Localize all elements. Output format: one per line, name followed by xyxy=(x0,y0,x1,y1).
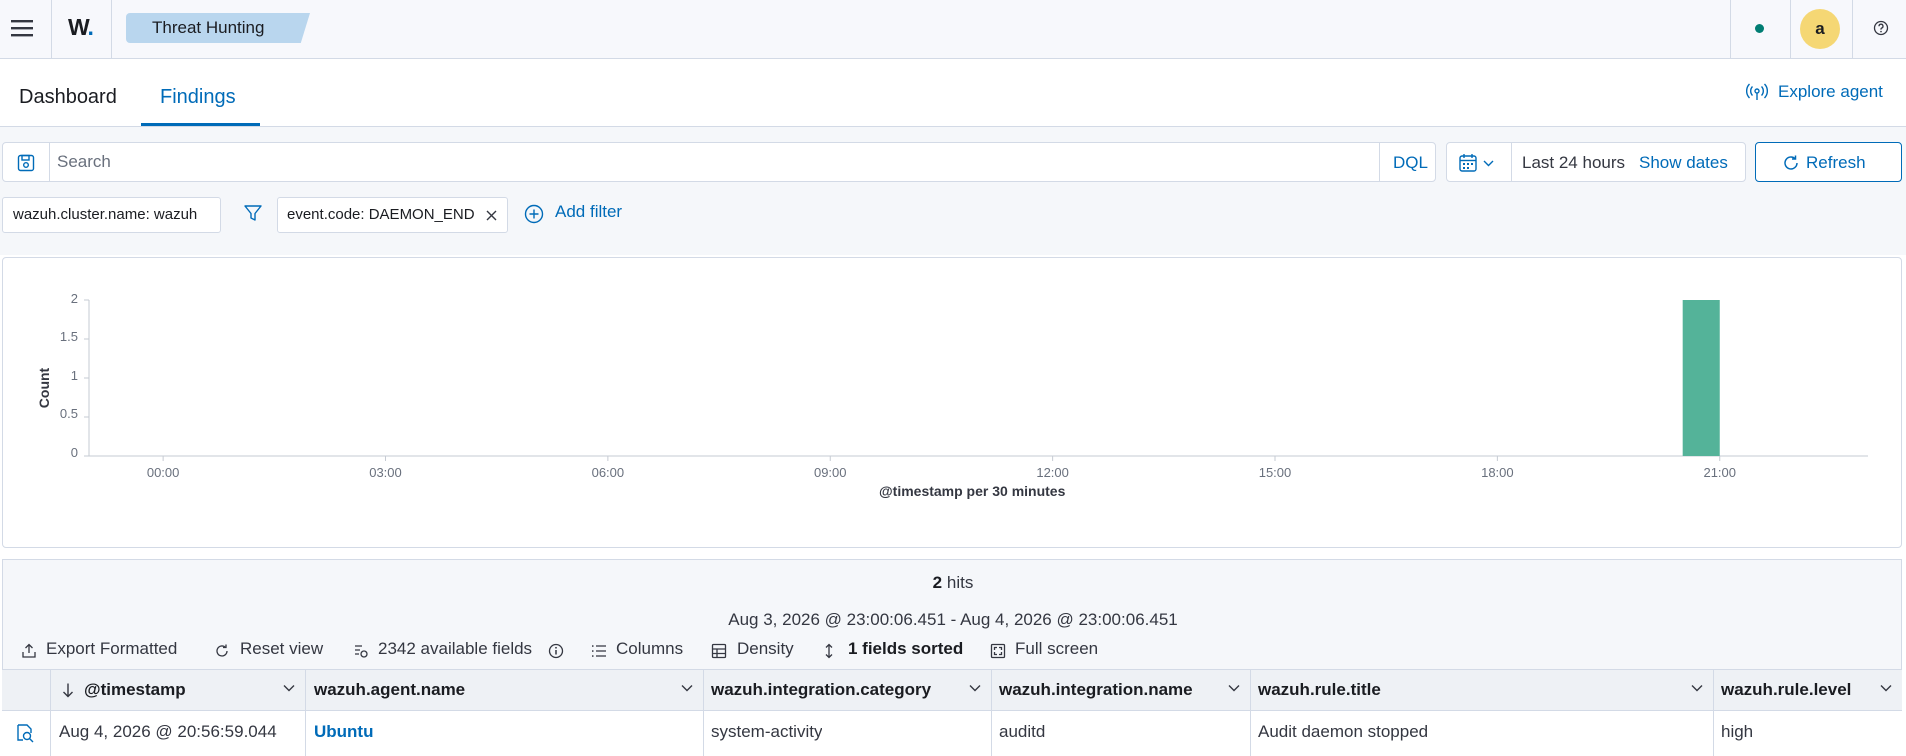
x-tick-label: 15:00 xyxy=(1258,465,1292,480)
time-range-text: Aug 3, 2026 @ 23:00:06.451 - Aug 4, 2026… xyxy=(728,610,1178,629)
column-divider xyxy=(1713,669,1714,756)
column-divider xyxy=(305,669,306,756)
column-divider xyxy=(1250,669,1251,756)
columns-button[interactable]: Columns xyxy=(616,639,683,659)
x-tick-label: 03:00 xyxy=(369,465,402,480)
reset-view-button[interactable]: Reset view xyxy=(240,639,323,659)
column-divider xyxy=(703,669,704,756)
sort-icon[interactable] xyxy=(823,643,835,659)
chevron-down-icon[interactable] xyxy=(969,684,981,692)
hits-count: 2 hits xyxy=(0,573,1906,593)
column-header-integration-category[interactable]: wazuh.integration.category xyxy=(711,680,931,700)
x-tick-label: 00:00 xyxy=(146,465,180,480)
chevron-down-icon[interactable] xyxy=(1691,684,1703,692)
info-icon[interactable] xyxy=(548,643,564,659)
column-header-rule-level[interactable]: wazuh.rule.level xyxy=(1721,680,1851,700)
hits-label: hits xyxy=(946,573,974,592)
cell-integration-category: system-activity xyxy=(711,722,823,741)
chevron-down-icon[interactable] xyxy=(681,684,693,692)
histogram-bar xyxy=(1682,300,1720,456)
column-divider xyxy=(991,669,992,756)
density-icon[interactable] xyxy=(711,643,727,659)
chevron-down-icon[interactable] xyxy=(1228,684,1240,692)
sort-descending-icon[interactable] xyxy=(61,682,75,698)
x-tick-label: 18:00 xyxy=(1481,465,1514,480)
fullscreen-icon[interactable] xyxy=(990,643,1006,659)
fields-icon[interactable] xyxy=(353,643,369,659)
chevron-down-icon[interactable] xyxy=(283,684,295,692)
reset-icon[interactable] xyxy=(214,643,230,659)
export-formatted-button[interactable]: Export Formatted xyxy=(46,639,177,659)
x-tick-label: 12:00 xyxy=(1036,465,1069,480)
x-tick-label: 06:00 xyxy=(591,465,625,480)
columns-icon[interactable] xyxy=(591,643,607,659)
column-header-timestamp[interactable]: @timestamp xyxy=(84,680,186,700)
cell-agent-name-link[interactable]: Ubuntu xyxy=(314,722,373,742)
histogram-chart xyxy=(84,299,1868,461)
hits-number: 2 xyxy=(932,573,943,592)
full-screen-button[interactable]: Full screen xyxy=(1015,639,1098,659)
density-button[interactable]: Density xyxy=(737,639,794,659)
x-tick-label: 21:00 xyxy=(1703,465,1737,480)
column-divider xyxy=(50,669,51,756)
cell-rule-level: high xyxy=(1721,722,1754,741)
x-tick-label: 09:00 xyxy=(813,465,847,480)
cell-rule-title: Audit daemon stopped xyxy=(1258,722,1429,741)
column-header-rule-title[interactable]: wazuh.rule.title xyxy=(1258,680,1381,700)
x-axis-label: @timestamp per 30 minutes xyxy=(879,483,1066,499)
cell-timestamp: Aug 4, 2026 @ 20:56:59.044 xyxy=(59,722,277,741)
chevron-down-icon[interactable] xyxy=(1880,684,1892,692)
column-header-agent-name[interactable]: wazuh.agent.name xyxy=(314,680,465,700)
available-fields-button[interactable]: 2342 available fields xyxy=(378,639,532,659)
inspect-document-icon[interactable] xyxy=(15,723,35,743)
cell-integration-name: auditd xyxy=(999,722,1046,741)
fields-sorted-button[interactable]: 1 fields sorted xyxy=(848,639,963,659)
column-header-integration-name[interactable]: wazuh.integration.name xyxy=(999,680,1193,700)
export-icon[interactable] xyxy=(21,643,37,659)
